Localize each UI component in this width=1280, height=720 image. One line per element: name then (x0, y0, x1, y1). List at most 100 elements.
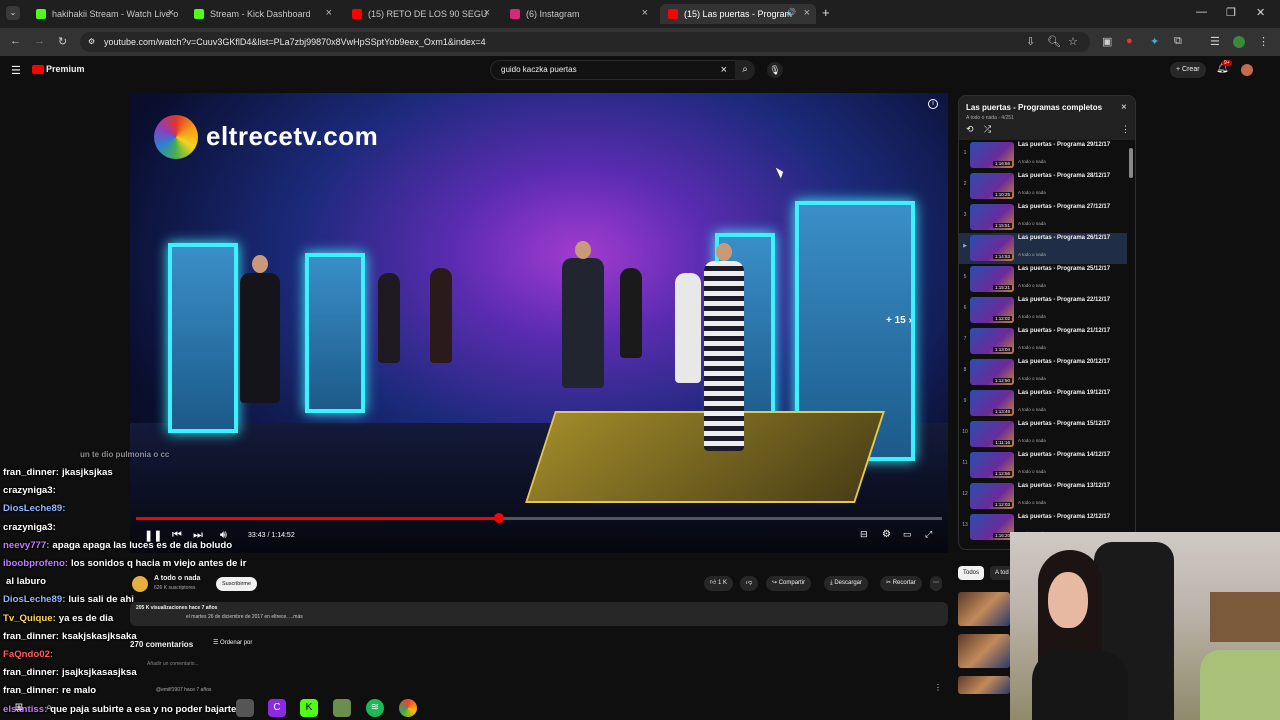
hamburger-menu-icon[interactable]: ☰ (11, 64, 21, 77)
playlist-item[interactable]: 12 1:12:03 Las puertas - Programa 13/12/17… (959, 481, 1127, 512)
speaker-icon[interactable]: 🔊 (786, 8, 796, 17)
minimize-window-button[interactable]: — (1196, 6, 1207, 18)
taskbar-app-icon[interactable] (236, 699, 254, 717)
browser-tab-youtube-reto[interactable]: (15) RETO DE LOS 90 SEGUNDO × (344, 4, 496, 24)
chip-todos[interactable]: Todos (958, 566, 985, 580)
close-tab-icon[interactable]: × (804, 7, 810, 19)
clear-search-icon[interactable]: × (721, 61, 727, 79)
youtube-logo[interactable]: Premium (32, 64, 85, 74)
chat-username[interactable]: fran_dinner: (3, 631, 59, 642)
reload-icon[interactable]: ↻ (58, 35, 67, 48)
shuffle-icon[interactable]: ⤮ (984, 124, 991, 135)
fullscreen-icon[interactable]: ⤢ (925, 529, 932, 540)
tab-list-dropdown-icon[interactable]: ⌄ (6, 6, 20, 20)
chat-username[interactable]: neevy777: (3, 540, 49, 551)
settings-gear-icon[interactable]: ⚙ (882, 529, 891, 540)
chat-username[interactable]: Tv_Quique: (3, 613, 56, 624)
video-progress-bar[interactable] (136, 513, 942, 523)
playlist-item[interactable]: 3 1:15:51 Las puertas - Programa 27/12/17 A… (959, 202, 1127, 233)
browser-menu-icon[interactable]: ⋮ (1258, 35, 1269, 48)
reading-list-icon[interactable]: ☰ (1210, 35, 1220, 48)
new-tab-button[interactable]: + (822, 5, 830, 20)
browser-tab-kick-stream[interactable]: hakihakii Stream - Watch Live o × (28, 4, 180, 24)
start-windows-icon[interactable]: ⊞ (10, 699, 28, 717)
chat-username[interactable]: DiosLeche89: (3, 503, 65, 514)
browser-tab-kick-dashboard[interactable]: Stream - Kick Dashboard × (186, 4, 338, 24)
video-player[interactable]: eltrecetv.com i + 15 › ❚❚ ⏮︎ ⏭︎ 🔊︎ 33:43… (130, 93, 948, 553)
kick-taskbar-icon[interactable]: K (300, 699, 318, 717)
forward-icon[interactable]: → (34, 35, 45, 47)
playlist-item[interactable]: 2 1:10:25 Las puertas - Programa 28/12/17 A… (959, 171, 1127, 202)
account-avatar[interactable] (1241, 64, 1253, 76)
address-bar[interactable]: ⚙ youtube.com/watch?v=Cuuv3GKflD4&list=P… (80, 32, 1090, 52)
search-button[interactable]: ⌕ (735, 60, 755, 80)
voice-search-icon[interactable]: 🎙︎ (767, 62, 783, 78)
add-comment-input[interactable]: Añadir un comentario... (147, 661, 199, 667)
playlist-item[interactable]: 5 1:15:21 Las puertas - Programa 25/12/17 A… (959, 264, 1127, 295)
taskbar-app-icon[interactable]: C (268, 699, 286, 717)
description-box[interactable]: 205 K visualizaciones hace 7 años el mar… (130, 602, 948, 626)
subscribe-button[interactable]: Suscribirme (216, 577, 258, 591)
close-playlist-icon[interactable]: × (1121, 102, 1127, 113)
info-icon[interactable]: i (928, 99, 938, 109)
channel-avatar[interactable] (132, 576, 148, 592)
site-info-icon[interactable]: ⚙ (88, 32, 95, 52)
playlist-item[interactable]: 1 1:16:56 Las puertas - Programa 29/12/17 A… (959, 140, 1127, 171)
close-window-button[interactable]: ✕ (1256, 6, 1265, 19)
clip-button[interactable]: ✂ Recortar (880, 576, 922, 591)
chat-username[interactable]: FaQndo02: (3, 649, 53, 660)
create-button[interactable]: + Crear (1170, 62, 1206, 78)
playlist-item[interactable]: 10 1:11:16 Las puertas - Programa 15/12/17… (959, 419, 1127, 450)
channel-name[interactable]: A todo o nada (154, 575, 200, 582)
playlist-title[interactable]: Las puertas - Programas completos (966, 103, 1102, 112)
extension-red-icon[interactable]: ● (1126, 35, 1133, 47)
playlist-scrollbar[interactable] (1129, 148, 1133, 178)
playlist-item[interactable]: 7 1:13:04 Las puertas - Programa 21/12/17 A… (959, 326, 1127, 357)
close-tab-icon[interactable]: × (168, 7, 174, 19)
playlist-item[interactable]: 8 1:12:50 Las puertas - Programa 20/12/17 A… (959, 357, 1127, 388)
extension-icon[interactable]: ▣ (1102, 35, 1112, 48)
close-tab-icon[interactable]: × (642, 7, 648, 19)
like-button[interactable]: 👍︎ 1 K (704, 576, 733, 591)
spotify-taskbar-icon[interactable]: ≋ (366, 699, 384, 717)
sort-comments-button[interactable]: ☰ Ordenar por (213, 639, 252, 646)
loop-icon[interactable]: ⟲ (966, 124, 974, 135)
playlist-item[interactable]: 9 1:13:49 Las puertas - Programa 19/12/17 A… (959, 388, 1127, 419)
recommended-thumbnail[interactable] (958, 592, 1010, 626)
playlist-item[interactable]: 6 1:12:02 Las puertas - Programa 22/12/17 A… (959, 295, 1127, 326)
zoom-icon[interactable]: 🔍︎ (1047, 35, 1061, 48)
chat-username[interactable]: crazyniga3: (3, 522, 56, 533)
playlist-menu-icon[interactable]: ⋮ (1121, 124, 1130, 135)
share-button[interactable]: ↪ Compartir (766, 576, 812, 591)
extension-blue-icon[interactable]: ✦ (1150, 35, 1159, 48)
comment-menu-icon[interactable]: ⋮ (934, 683, 942, 692)
download-button[interactable]: ⤓ Descargar (824, 576, 869, 591)
scrubber-handle[interactable] (493, 513, 504, 523)
chat-username[interactable]: fran_dinner: (3, 467, 59, 478)
miniplayer-icon[interactable]: ▭ (903, 529, 912, 540)
chat-username[interactable]: crazyniga3: (3, 485, 56, 496)
chat-username[interactable]: fran_dinner: (3, 685, 59, 696)
extensions-puzzle-icon[interactable]: ⧉ (1174, 35, 1182, 48)
close-tab-icon[interactable]: × (326, 7, 332, 19)
profile-avatar[interactable] (1233, 36, 1245, 48)
bookmark-star-icon[interactable]: ☆ (1068, 35, 1078, 48)
taskbar-search-icon[interactable]: ⌕ (40, 699, 58, 717)
subtitles-icon[interactable]: ⊟ (860, 529, 868, 540)
dislike-button[interactable]: 👎︎ (740, 576, 759, 591)
more-actions-button[interactable]: ⋯ (930, 576, 942, 591)
chat-username[interactable]: fran_dinner: (3, 667, 59, 678)
chrome-taskbar-icon[interactable] (399, 699, 417, 717)
chat-username[interactable]: DiosLeche89: (3, 594, 65, 605)
close-tab-icon[interactable]: × (484, 7, 490, 19)
playlist-item[interactable]: 11 1:12:56 Las puertas - Programa 14/12/17… (959, 450, 1127, 481)
chat-username[interactable]: iboobprofeno: (3, 558, 68, 569)
playlist-item[interactable]: ▶ 1:14:53 Las puertas - Programa 26/12/17 A… (959, 233, 1127, 264)
search-input[interactable]: guido kaczka puertas × (490, 60, 736, 80)
recommended-thumbnail[interactable] (958, 676, 1010, 694)
browser-tab-instagram[interactable]: (6) Instagram × (502, 4, 654, 24)
browser-tab-las-puertas[interactable]: (15) Las puertas - Programa 🔊 × (660, 4, 816, 24)
restore-window-button[interactable]: ❐ (1226, 6, 1236, 19)
back-icon[interactable]: ← (10, 35, 21, 47)
minecraft-taskbar-icon[interactable] (333, 699, 351, 717)
